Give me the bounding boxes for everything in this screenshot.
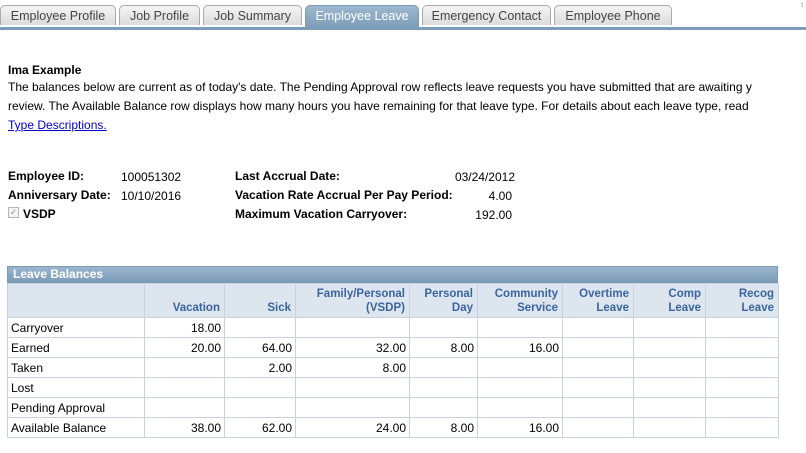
tab-job-profile[interactable]: Job Profile <box>119 5 200 25</box>
row-label: Taken <box>7 357 145 378</box>
table-cell <box>409 357 478 378</box>
employee-id-value: 100051302 <box>121 170 182 184</box>
table-cell <box>705 397 779 418</box>
table-cell <box>409 317 478 338</box>
table-cell: 18.00 <box>144 317 225 338</box>
table-cell <box>705 357 779 378</box>
table-row: Pending Approval <box>7 397 779 418</box>
anniversary-date-value: 10/10/2016 <box>121 189 182 203</box>
description-line-2: review. The Available Balance row displa… <box>8 99 749 113</box>
table-cell <box>633 337 706 358</box>
leave-type-descriptions-link[interactable]: Type Descriptions. <box>8 118 107 132</box>
table-cell <box>705 317 779 338</box>
table-cell <box>409 397 478 418</box>
table-cell <box>633 317 706 338</box>
tab-baseline <box>0 27 806 30</box>
table-cell <box>295 397 410 418</box>
table-row: Taken 2.00 8.00 <box>7 357 779 378</box>
table-cell: 2.00 <box>224 357 296 378</box>
column-header: Personal Day <box>409 283 478 318</box>
column-header: Comp Leave <box>633 283 706 318</box>
table-cell <box>224 397 296 418</box>
column-header: Sick <box>224 283 296 318</box>
tab-employee-leave[interactable]: Employee Leave <box>305 5 419 28</box>
row-label: Carryover <box>7 317 145 338</box>
table-cell <box>705 377 779 398</box>
table-cell <box>562 397 634 418</box>
table-cell <box>562 317 634 338</box>
row-label: Earned <box>7 337 145 358</box>
table-cell: 24.00 <box>295 417 410 438</box>
table-cell <box>633 417 706 438</box>
row-label: Pending Approval <box>7 397 145 418</box>
description-text: The balances below are current as of tod… <box>8 78 806 135</box>
vacation-rate-label: Vacation Rate Accrual Per Pay Period: <box>235 188 453 202</box>
table-cell <box>295 317 410 338</box>
tab-employee-profile[interactable]: Employee Profile <box>0 5 116 25</box>
tab-bar: Employee Profile Job Profile Job Summary… <box>0 5 806 29</box>
table-cell <box>562 377 634 398</box>
leave-balances-grid: Leave Balances Vacation Sick Family/Person… <box>7 266 779 438</box>
table-cell <box>409 377 478 398</box>
table-cell <box>477 377 563 398</box>
last-accrual-date-value: 03/24/2012 <box>454 170 515 184</box>
corner-icon: ↕ <box>800 0 804 9</box>
row-label: Lost <box>7 377 145 398</box>
table-row: Earned 20.00 64.00 32.00 8.00 16.00 <box>7 337 779 358</box>
table-cell <box>224 317 296 338</box>
table-cell <box>633 357 706 378</box>
tab-employee-phone[interactable]: Employee Phone <box>554 5 672 25</box>
table-cell: 64.00 <box>224 337 296 358</box>
table-row: Lost <box>7 377 779 398</box>
table-cell <box>633 377 706 398</box>
table-cell: 38.00 <box>144 417 225 438</box>
table-cell <box>224 377 296 398</box>
table-cell <box>562 417 634 438</box>
tab-emergency-contact[interactable]: Emergency Contact <box>422 5 551 25</box>
anniversary-date-label: Anniversary Date: <box>8 188 111 202</box>
table-cell <box>477 317 563 338</box>
table-cell <box>295 377 410 398</box>
grid-title: Leave Balances <box>7 266 778 283</box>
tab-job-summary[interactable]: Job Summary <box>203 5 302 25</box>
table-cell <box>477 357 563 378</box>
table-cell <box>562 337 634 358</box>
table-cell <box>144 377 225 398</box>
column-header: Overtime Leave <box>562 283 634 318</box>
table-cell: 32.00 <box>295 337 410 358</box>
table-header-row: Vacation Sick Family/Personal (VSDP) Person… <box>7 283 779 318</box>
column-header: Vacation <box>144 283 225 318</box>
employee-name: Ima Example <box>8 63 82 77</box>
row-label: Available Balance <box>7 417 145 438</box>
table-cell: 62.00 <box>224 417 296 438</box>
max-carryover-value: 192.00 <box>475 208 512 222</box>
table-cell: 16.00 <box>477 417 563 438</box>
column-header: Recog Leave <box>705 283 779 318</box>
table-cell <box>705 417 779 438</box>
max-carryover-label: Maximum Vacation Carryover: <box>235 207 408 221</box>
table-cell <box>562 357 634 378</box>
table-cell <box>144 397 225 418</box>
vsdp-checkbox[interactable]: ✓ <box>8 207 19 218</box>
table-cell: 8.00 <box>295 357 410 378</box>
table-row: Carryover 18.00 <box>7 317 779 338</box>
leave-balances-table: Vacation Sick Family/Personal (VSDP) Person… <box>7 283 779 438</box>
table-row: Available Balance 38.00 62.00 24.00 8.00 16.0… <box>7 417 779 438</box>
vsdp-label: VSDP <box>23 207 56 221</box>
employee-id-label: Employee ID: <box>8 169 85 183</box>
table-cell: 8.00 <box>409 337 478 358</box>
table-cell <box>633 397 706 418</box>
table-cell: 8.00 <box>409 417 478 438</box>
column-header: Community Service <box>477 283 563 318</box>
table-cell <box>705 337 779 358</box>
description-line-1: The balances below are current as of tod… <box>8 80 752 94</box>
table-cell <box>477 397 563 418</box>
table-cell: 16.00 <box>477 337 563 358</box>
last-accrual-date-label: Last Accrual Date: <box>235 169 340 183</box>
column-header <box>7 283 145 318</box>
vacation-rate-value: 4.00 <box>488 189 512 203</box>
table-cell: 20.00 <box>144 337 225 358</box>
table-cell <box>144 357 225 378</box>
column-header: Family/Personal (VSDP) <box>295 283 410 318</box>
